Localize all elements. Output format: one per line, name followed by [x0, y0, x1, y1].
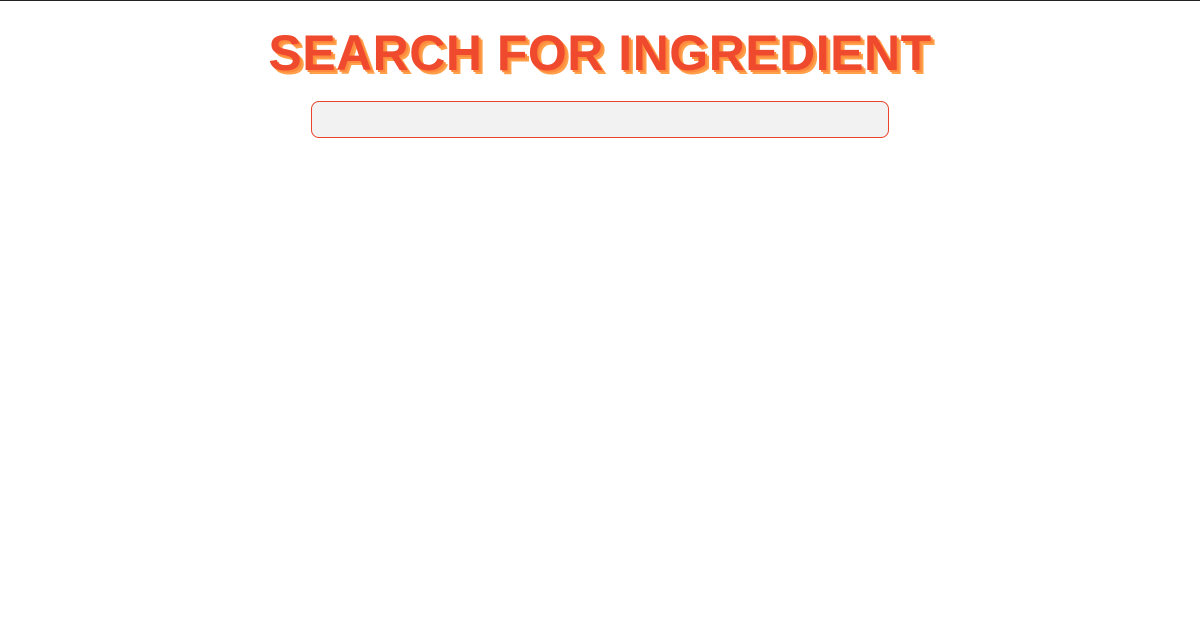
- search-input[interactable]: [311, 101, 889, 138]
- page: SEARCH FOR INGREDIENT: [0, 0, 1200, 627]
- page-title: SEARCH FOR INGREDIENT: [268, 25, 932, 81]
- search-bar: [311, 101, 889, 138]
